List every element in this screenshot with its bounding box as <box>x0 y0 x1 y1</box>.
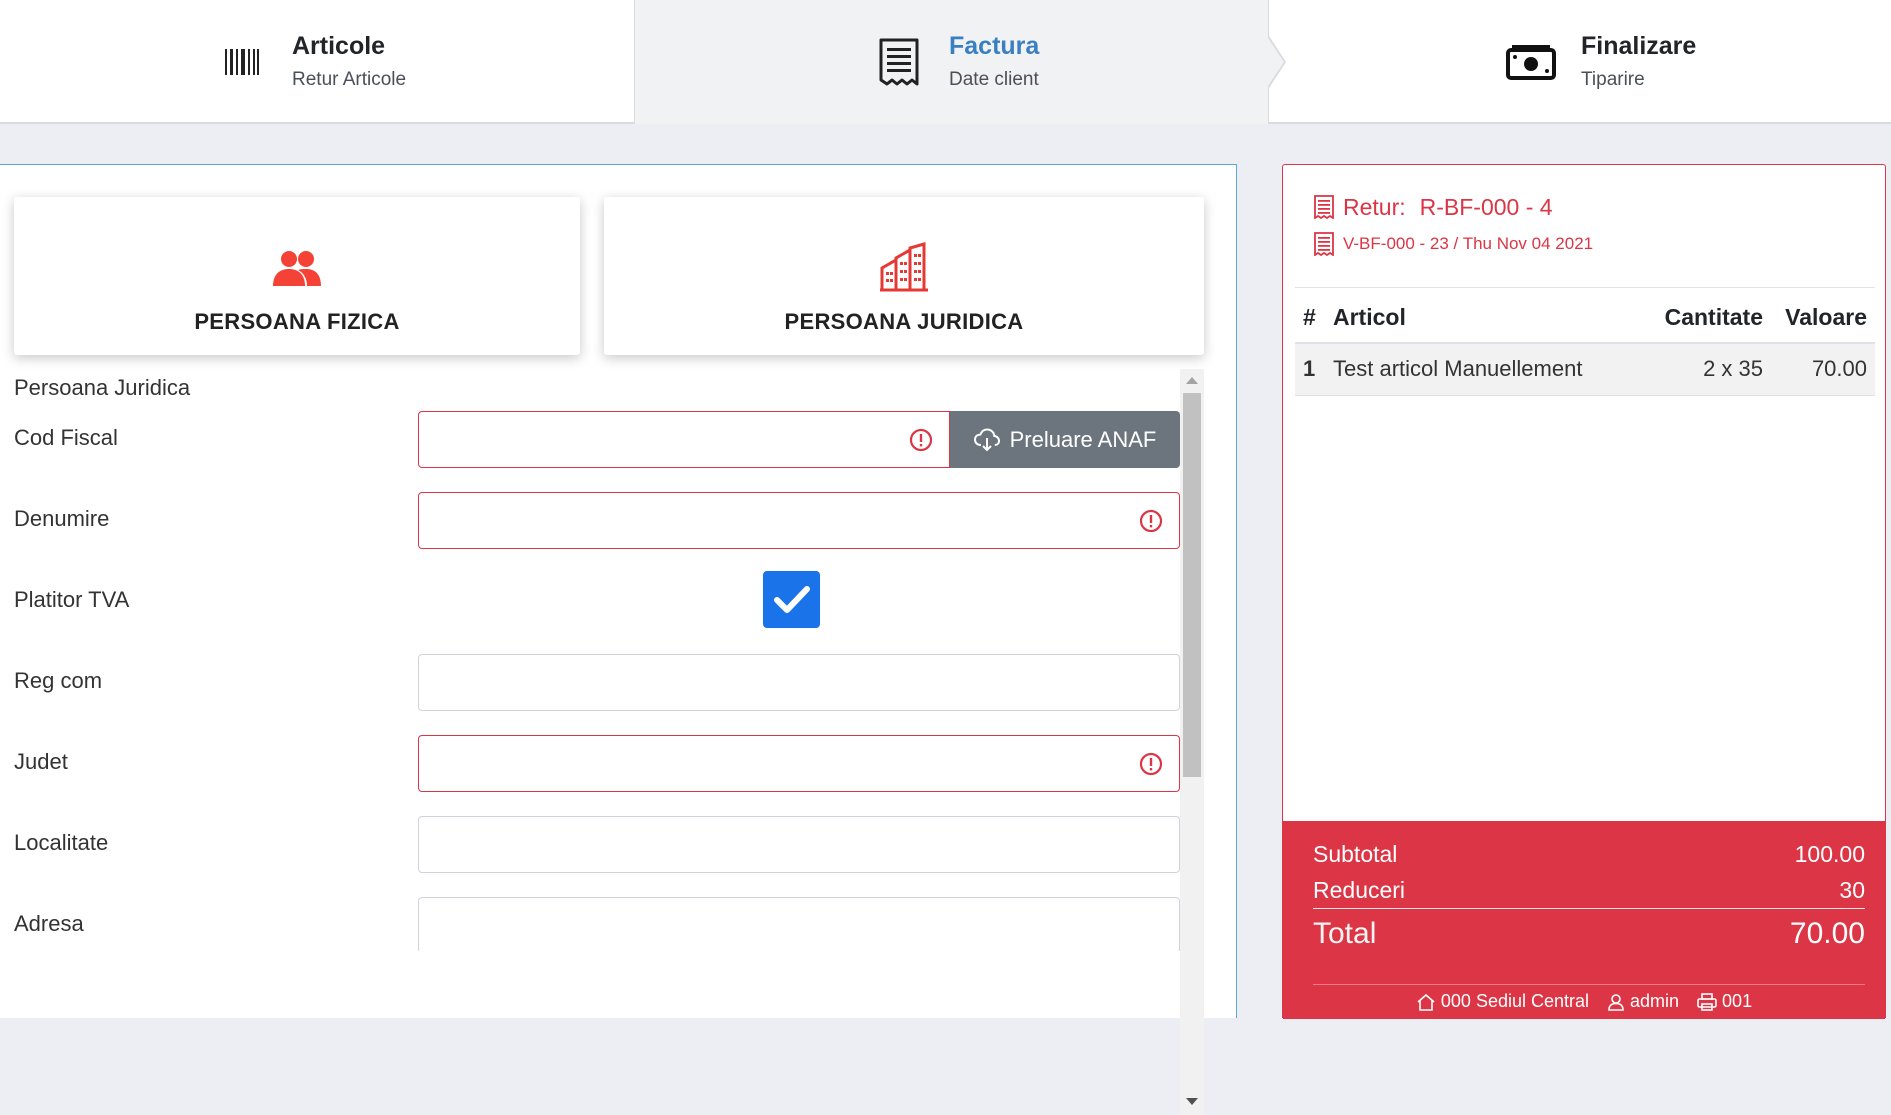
judet-label: Judet <box>14 749 68 774</box>
status-footer: 000 Sediul Central admin 001 <box>1283 991 1885 1012</box>
cash-icon <box>1501 32 1561 92</box>
scroll-up-arrow[interactable] <box>1186 377 1198 384</box>
step-title: Finalizare <box>1581 32 1697 60</box>
judet-input[interactable] <box>418 735 1180 792</box>
reg-com-label: Reg com <box>14 668 103 693</box>
location-name: 000 Sediul Central <box>1440 991 1590 1011</box>
cloud-download-icon <box>973 427 1000 451</box>
wizard-steps: Articole Retur Articole Factura Date cli… <box>0 0 1891 124</box>
col-number: # <box>1295 293 1325 344</box>
barcode-icon <box>212 32 272 92</box>
client-panel: PERSOANA FIZICA PERSOANA JURIDICA Persoa… <box>0 164 1237 1115</box>
receipt-items-table: # Articol Cantitate Valoare 1 Test artic… <box>1295 293 1875 396</box>
adresa-label: Adresa <box>14 911 84 936</box>
row-denumire: Denumire <box>14 492 1180 550</box>
total-value: 70.00 <box>1789 917 1865 950</box>
printer-icon <box>1697 992 1717 1011</box>
table-row[interactable]: 1 Test articol Manuellement 2 x 35 70.00 <box>1295 343 1875 396</box>
step-finalizare[interactable]: Finalizare Tiparire <box>1269 0 1891 124</box>
scroll-down-arrow[interactable] <box>1186 1098 1198 1105</box>
step-subtitle: Retur Articole <box>292 69 407 90</box>
user-icon <box>1608 993 1624 1011</box>
persoana-fizica-card[interactable]: PERSOANA FIZICA <box>14 197 580 355</box>
row-cod-fiscal: Cod Fiscal Preluare ANAF <box>14 411 1180 469</box>
cod-fiscal-input[interactable] <box>418 411 950 468</box>
receipt-icon <box>1314 232 1334 256</box>
printer-info: 001 <box>1697 991 1752 1012</box>
row-platitor-tva: Platitor TVA <box>14 571 1180 631</box>
subtotal-row: Subtotal 100.00 <box>1313 841 1865 868</box>
step-title: Factura <box>949 32 1040 60</box>
printer-id: 001 <box>1722 991 1753 1011</box>
building-icon <box>880 241 928 293</box>
step-subtitle: Tiparire <box>1581 69 1645 90</box>
scroll-thumb[interactable] <box>1183 393 1201 777</box>
subtotal-value: 100.00 <box>1794 841 1865 867</box>
reg-com-input[interactable] <box>418 654 1180 711</box>
row-adresa: Adresa <box>14 897 1180 951</box>
preluare-anaf-label: Preluare ANAF <box>1009 426 1157 452</box>
cod-fiscal-label: Cod Fiscal <box>14 425 118 450</box>
reduceri-label: Reduceri <box>1313 877 1406 903</box>
persoana-fizica-label: PERSOANA FIZICA <box>194 309 400 334</box>
reduceri-row: Reduceri 30 <box>1313 877 1865 909</box>
denumire-label: Denumire <box>14 506 110 531</box>
error-icon <box>1139 752 1163 776</box>
item-quantity: 2 x 35 <box>1637 343 1771 396</box>
receipt-icon <box>869 32 929 92</box>
row-localitate: Localitate <box>14 816 1180 874</box>
col-cantitate: Cantitate <box>1637 293 1771 344</box>
item-value: 70.00 <box>1771 343 1875 396</box>
receipt-panel: Retur: R-BF-000 - 4 V-BF-000 - 23 / Thu … <box>1282 164 1886 1019</box>
error-icon <box>909 428 933 452</box>
localitate-input[interactable] <box>418 816 1180 873</box>
persoana-juridica-label: PERSOANA JURIDICA <box>784 309 1024 334</box>
col-articol: Articol <box>1325 293 1637 344</box>
localitate-label: Localitate <box>14 830 109 855</box>
checkmark-icon <box>773 585 810 613</box>
col-valoare: Valoare <box>1771 293 1875 344</box>
step-articole[interactable]: Articole Retur Articole <box>0 0 634 124</box>
adresa-input[interactable] <box>418 897 1180 951</box>
retur-label: Retur: <box>1343 193 1406 220</box>
preluare-anaf-button[interactable]: Preluare ANAF <box>950 411 1180 468</box>
receipt-header: Retur: R-BF-000 - 4 V-BF-000 - 23 / Thu … <box>1313 189 1593 259</box>
item-name: Test articol Manuellement <box>1325 343 1637 396</box>
total-label: Total <box>1313 917 1377 950</box>
row-reg-com: Reg com <box>14 654 1180 712</box>
subtotal-label: Subtotal <box>1313 841 1398 867</box>
row-judet: Judet <box>14 735 1180 793</box>
platitor-tva-label: Platitor TVA <box>14 587 130 612</box>
step-factura[interactable]: Factura Date client <box>634 0 1269 124</box>
home-icon <box>1417 993 1435 1011</box>
platitor-tva-checkbox[interactable] <box>763 571 820 628</box>
people-icon <box>272 245 322 293</box>
client-form: Persoana Juridica Cod Fiscal Preluare AN… <box>0 371 1205 951</box>
table-header-row: # Articol Cantitate Valoare <box>1295 293 1875 344</box>
user-info: admin <box>1607 991 1679 1012</box>
form-scrollbar[interactable] <box>1180 369 1204 1115</box>
user-name: admin <box>1630 991 1680 1011</box>
location-info: 000 Sediul Central <box>1416 991 1589 1012</box>
reduceri-value: 30 <box>1839 877 1865 903</box>
total-row: Total 70.00 <box>1313 917 1865 951</box>
section-title: Persoana Juridica <box>14 375 191 400</box>
error-icon <box>1139 509 1163 533</box>
divider <box>1295 287 1875 288</box>
step-title: Articole <box>292 32 386 60</box>
step-subtitle: Date client <box>949 69 1039 90</box>
source-document: V-BF-000 - 23 / Thu Nov 04 2021 <box>1343 234 1594 253</box>
receipt-icon <box>1314 195 1334 219</box>
totals-box: Subtotal 100.00 Reduceri 30 Total 70.00 … <box>1283 821 1885 1019</box>
denumire-input[interactable] <box>418 492 1180 549</box>
persoana-juridica-card[interactable]: PERSOANA JURIDICA <box>604 197 1204 355</box>
retur-number: R-BF-000 - 4 <box>1419 193 1553 220</box>
divider <box>1313 984 1865 985</box>
item-number: 1 <box>1295 343 1325 396</box>
